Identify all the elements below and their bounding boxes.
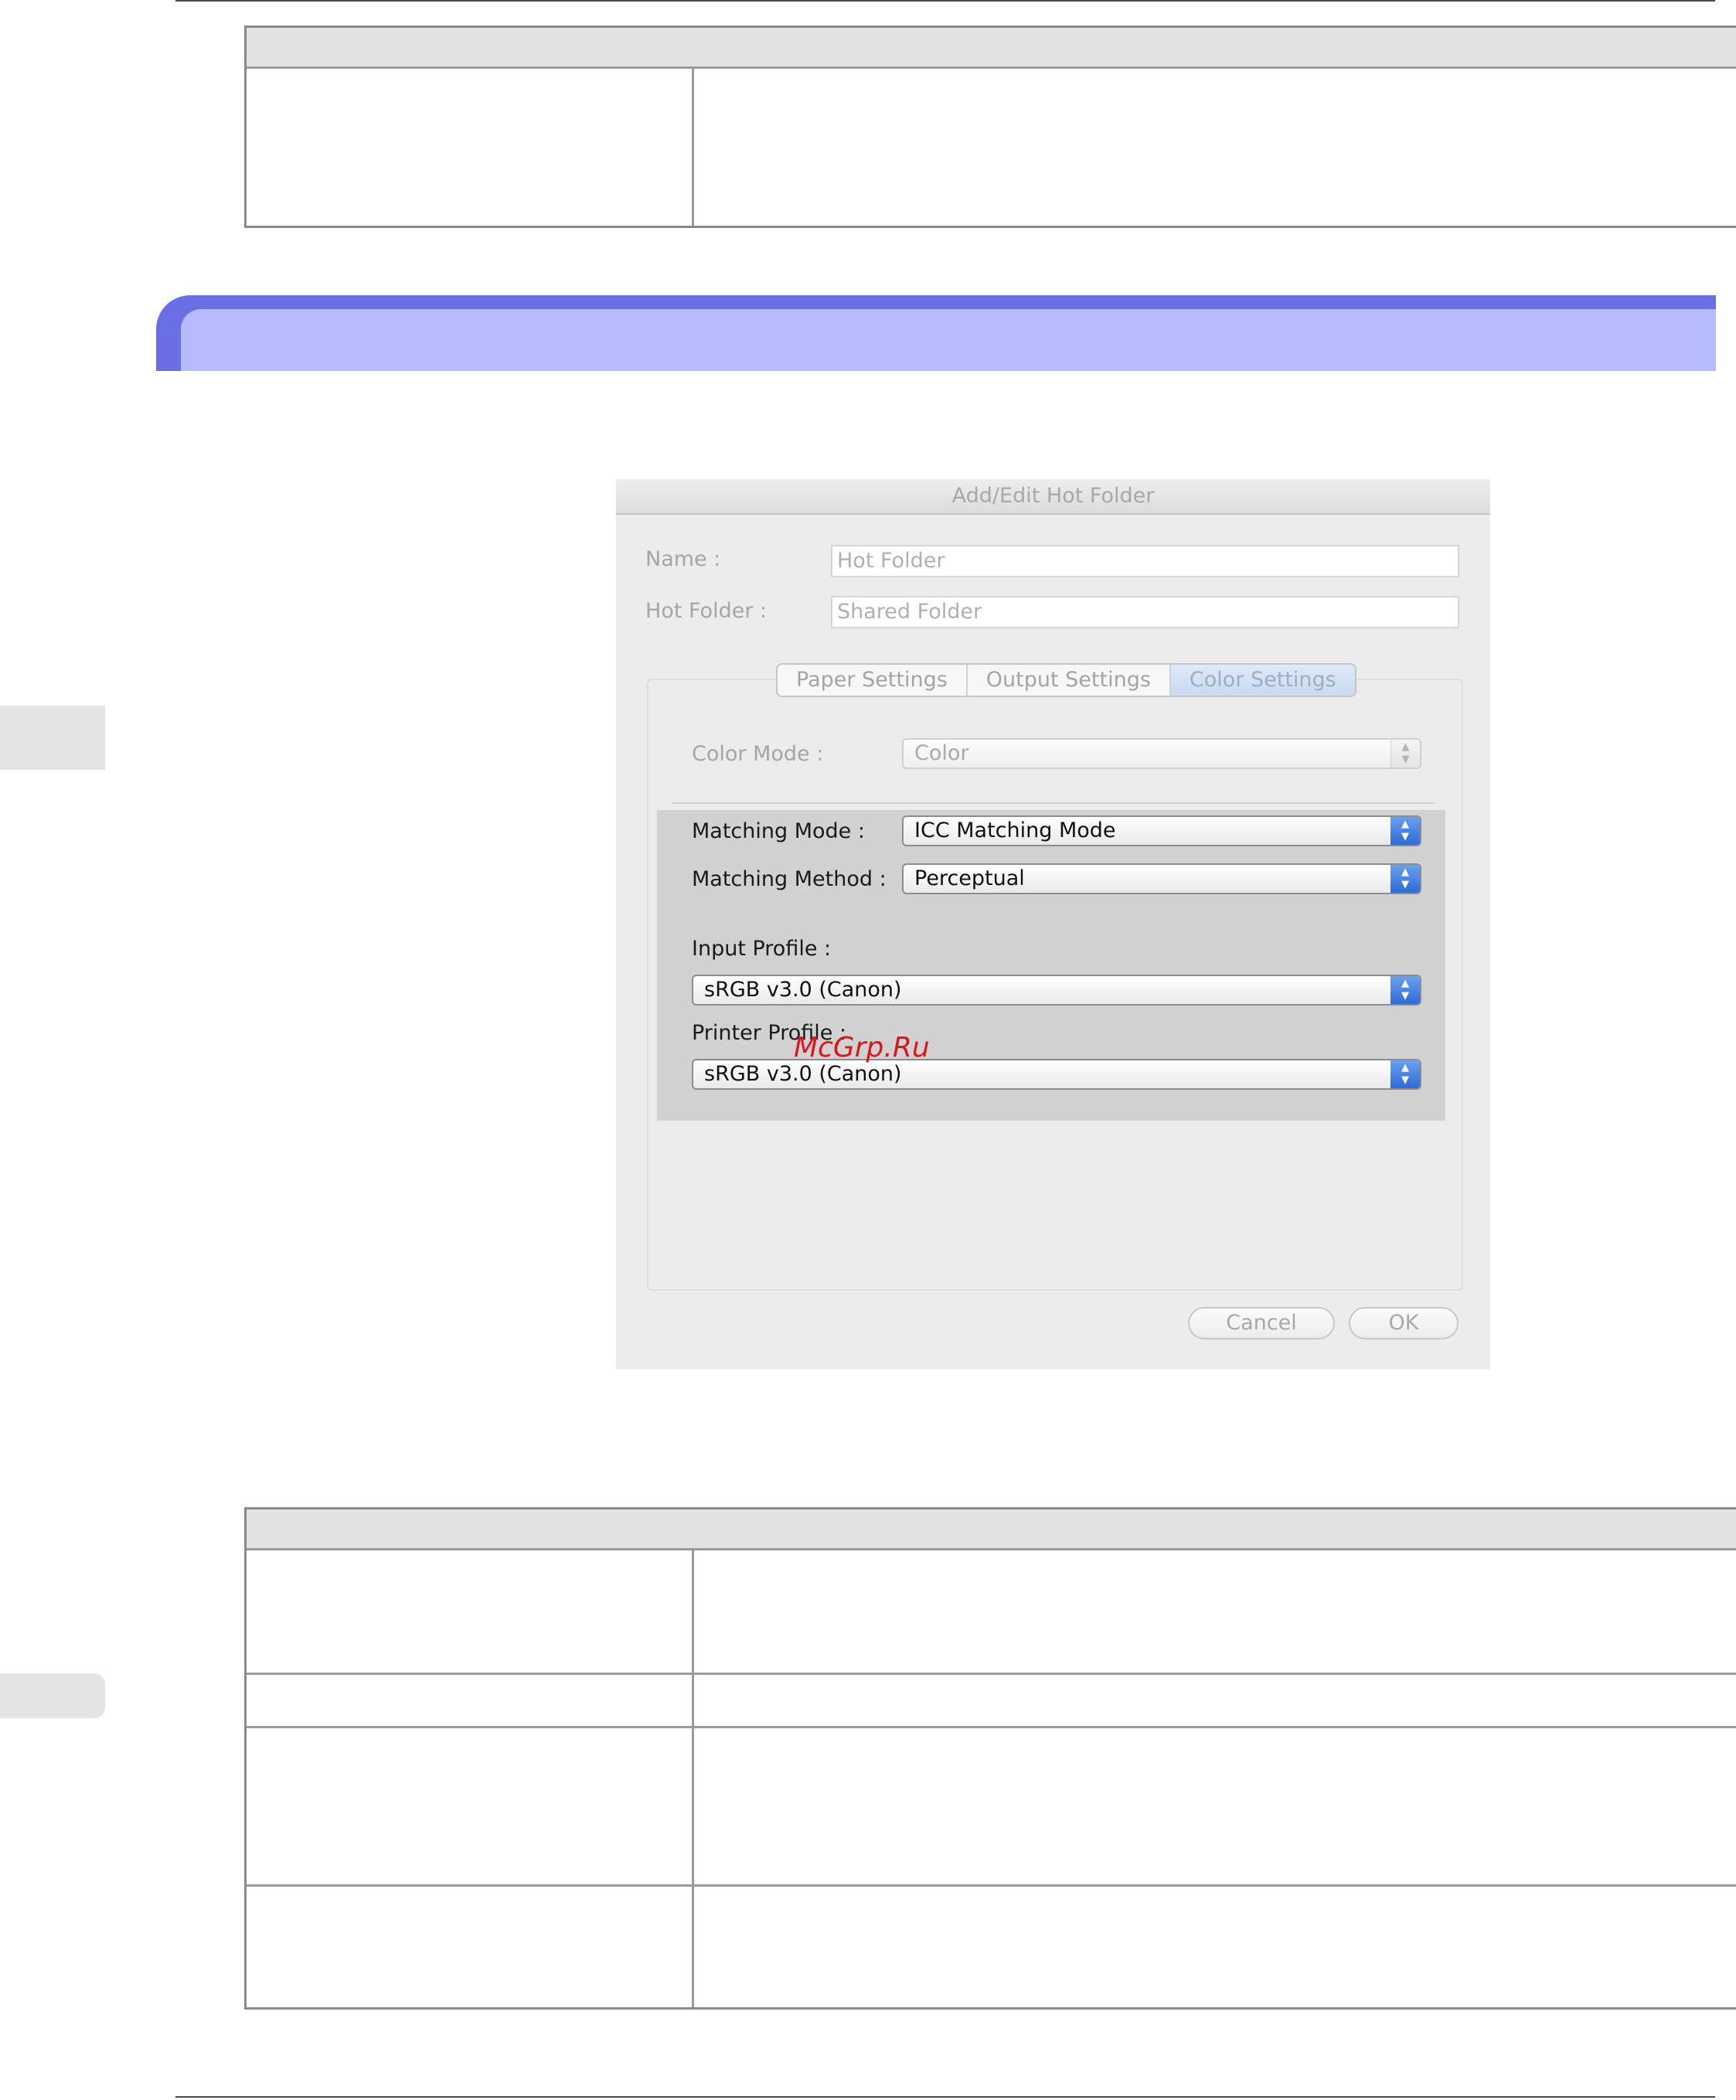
printer-profile-value: sRGB v3.0 (Canon) — [704, 1062, 902, 1086]
upper-table — [244, 26, 1736, 228]
tab-color-settings[interactable]: Color Settings — [1170, 665, 1355, 696]
input-profile-label: Input Profile : — [692, 937, 832, 961]
matching-method-value: Perceptual — [914, 866, 1025, 890]
matching-mode-label: Matching Mode : — [692, 819, 865, 843]
cancel-button[interactable]: Cancel — [1188, 1307, 1335, 1339]
add-edit-hot-folder-dialog: Add/Edit Hot Folder Name : Hot Folder Ho… — [616, 479, 1490, 1370]
lower-table — [244, 1507, 1736, 2010]
matching-mode-value: ICC Matching Mode — [914, 819, 1116, 842]
ok-button[interactable]: OK — [1349, 1307, 1459, 1339]
section-banner-inner — [181, 309, 1716, 371]
matching-mode-popup[interactable]: ICC Matching Mode ▲ ▼ — [902, 815, 1421, 846]
tab-paper-settings[interactable]: Paper Settings — [778, 665, 968, 696]
table-header — [247, 28, 1736, 69]
hot-folder-field[interactable]: Shared Folder — [831, 596, 1459, 628]
table-header — [247, 1509, 1736, 1550]
matching-method-label: Matching Method : — [692, 867, 887, 891]
color-mode-label: Color Mode : — [692, 742, 824, 766]
matching-method-popup[interactable]: Perceptual ▲ ▼ — [902, 863, 1421, 894]
separator — [672, 802, 1435, 804]
updown-stepper-icon: ▲ ▼ — [1391, 817, 1420, 845]
updown-stepper-icon: ▲ ▼ — [1391, 740, 1420, 768]
dialog-title: Add/Edit Hot Folder — [616, 479, 1490, 515]
printer-profile-popup[interactable]: sRGB v3.0 (Canon) ▲ ▼ — [692, 1059, 1421, 1090]
table-row — [247, 69, 1736, 226]
settings-tabs: Paper Settings Output Settings Color Set… — [776, 663, 1356, 697]
hot-folder-label: Hot Folder : — [645, 599, 768, 623]
table-row — [247, 1728, 1736, 1887]
name-label: Name : — [645, 547, 721, 571]
name-field[interactable]: Hot Folder — [831, 545, 1459, 577]
updown-stepper-icon: ▲ ▼ — [1391, 1060, 1420, 1088]
color-mode-popup[interactable]: Color ▲ ▼ — [902, 738, 1421, 769]
color-mode-value: Color — [914, 741, 969, 765]
bottom-rule — [175, 2096, 1715, 2098]
input-profile-value: sRGB v3.0 (Canon) — [704, 978, 902, 1002]
table-row — [247, 1675, 1736, 1728]
watermark: McGrp.Ru — [794, 1032, 930, 1064]
updown-stepper-icon: ▲ ▼ — [1391, 976, 1420, 1004]
table-row — [247, 1550, 1736, 1675]
top-rule — [175, 0, 1715, 2]
table-row — [247, 1887, 1736, 2006]
side-chapter-tab — [0, 706, 105, 770]
side-page-tab — [0, 1673, 105, 1718]
updown-stepper-icon: ▲ ▼ — [1391, 865, 1420, 893]
input-profile-popup[interactable]: sRGB v3.0 (Canon) ▲ ▼ — [692, 975, 1421, 1006]
tab-output-settings[interactable]: Output Settings — [968, 665, 1171, 696]
